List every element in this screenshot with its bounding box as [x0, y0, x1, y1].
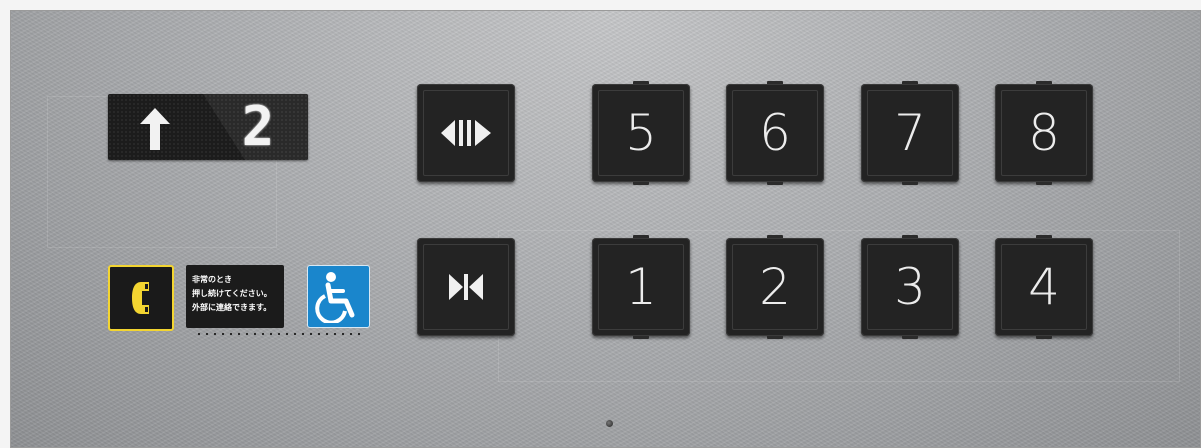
- floor-button-2[interactable]: 2: [726, 235, 824, 339]
- button-tab: [767, 182, 783, 185]
- panel-screw: [606, 420, 613, 427]
- floor-button-7[interactable]: 7: [861, 81, 959, 185]
- notice-line: 非常のとき: [192, 275, 232, 284]
- button-tab: [633, 336, 649, 339]
- door-open-icon: [441, 120, 491, 146]
- door-close-icon: [449, 274, 483, 300]
- up-arrow-icon: [140, 108, 170, 150]
- current-floor-number: 2: [241, 95, 275, 158]
- floor-label-7: 7: [894, 104, 926, 162]
- elevator-control-panel: 2 5 6 7 8 1 2 3 4 非常のとき 押し続けてください。 外部に連絡…: [10, 10, 1201, 448]
- floor-label-8: 8: [1028, 104, 1060, 162]
- floor-button-4[interactable]: 4: [995, 235, 1093, 339]
- floor-label-1: 1: [625, 258, 657, 316]
- wheelchair-icon: [315, 272, 355, 323]
- door-close-button[interactable]: [417, 238, 515, 336]
- floor-label-6: 6: [759, 104, 791, 162]
- floor-label-4: 4: [1028, 258, 1060, 316]
- button-tab: [633, 182, 649, 185]
- phone-icon: [132, 282, 149, 314]
- floor-button-1[interactable]: 1: [592, 235, 690, 339]
- emergency-phone-button[interactable]: [108, 265, 174, 331]
- floor-indicator-display: 2: [108, 94, 308, 160]
- floor-label-3: 3: [894, 258, 926, 316]
- floor-button-6[interactable]: 6: [726, 81, 824, 185]
- braille-dots: [195, 332, 365, 336]
- door-open-button[interactable]: [417, 84, 515, 182]
- button-tab: [1036, 182, 1052, 185]
- floor-button-5[interactable]: 5: [592, 81, 690, 185]
- floor-label-5: 5: [625, 104, 657, 162]
- floor-button-3[interactable]: 3: [861, 235, 959, 339]
- notice-line: 外部に連絡できます。: [192, 303, 272, 312]
- button-tab: [902, 336, 918, 339]
- button-tab: [902, 182, 918, 185]
- button-tab: [767, 336, 783, 339]
- emergency-notice-label: 非常のとき 押し続けてください。 外部に連絡できます。: [186, 265, 284, 328]
- floor-label-2: 2: [759, 258, 791, 316]
- floor-button-8[interactable]: 8: [995, 81, 1093, 185]
- wheelchair-accessible-sign: [307, 265, 370, 328]
- notice-line: 押し続けてください。: [192, 289, 272, 298]
- button-tab: [1036, 336, 1052, 339]
